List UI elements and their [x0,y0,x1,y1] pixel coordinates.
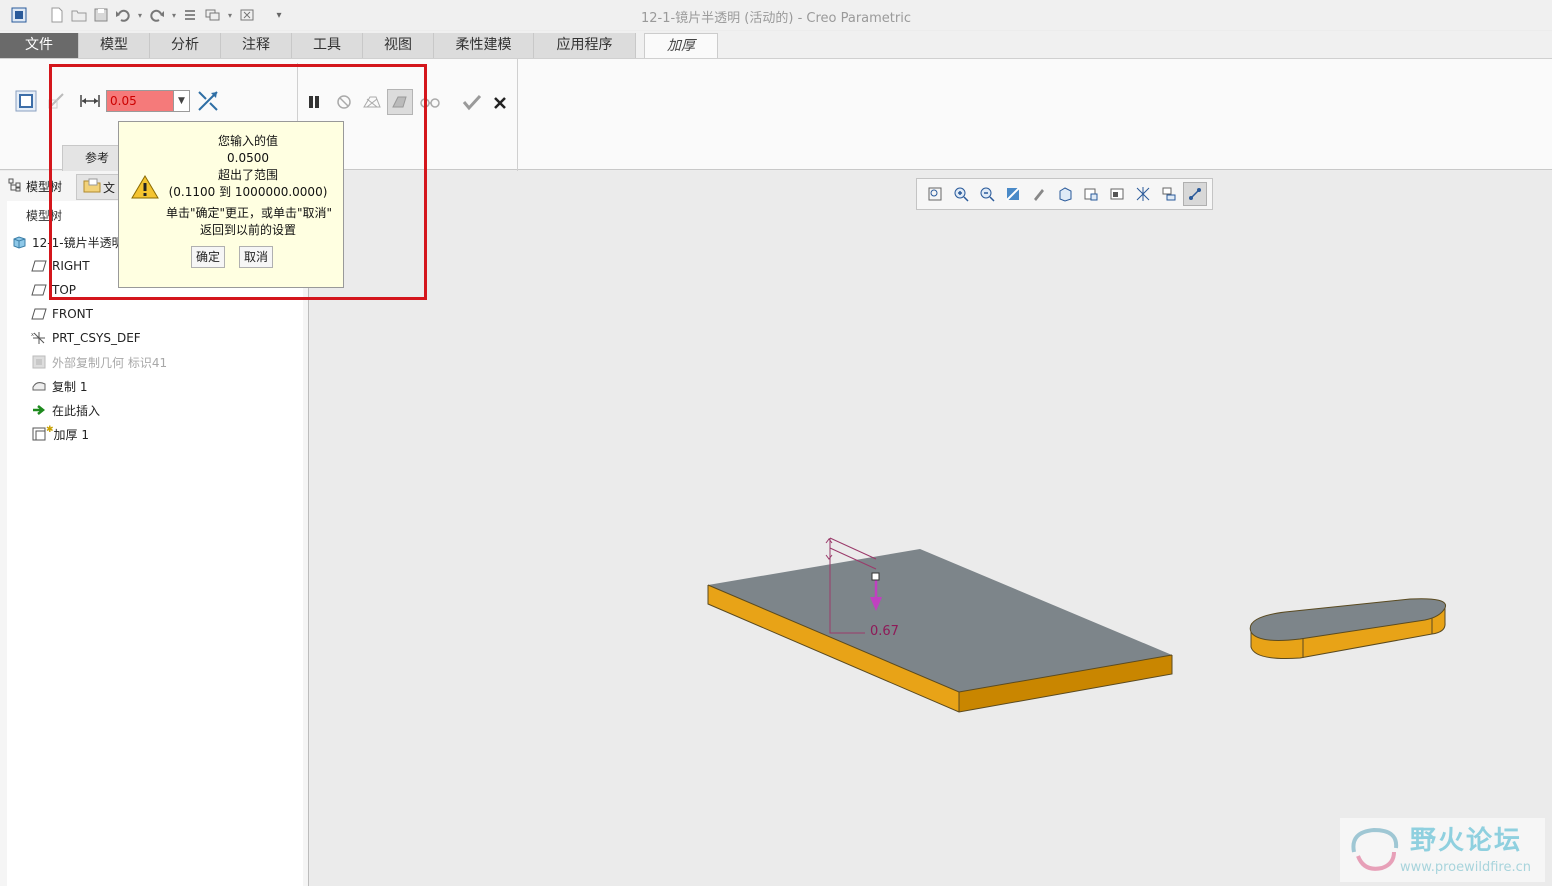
tab-applications[interactable]: 应用程序 [534,33,636,58]
tree-item-thicken-1[interactable]: ✱ 加厚 1 [30,424,89,444]
copy-surface-icon [30,378,48,394]
pause-icon[interactable] [302,90,326,114]
tab-folder-browser[interactable]: 文 [76,174,120,200]
tree-item-top-plane[interactable]: TOP [30,280,76,300]
zoom-in-icon[interactable] [949,182,973,206]
watermark-url: www.proewildfire.cn [1400,860,1531,875]
display-style-icon[interactable] [1027,182,1051,206]
forum-logo-icon [1344,822,1404,881]
tooltip-line-5: 单击"确定"更正，或单击"取消" [165,206,333,220]
tree-item-csys[interactable]: x PRT_CSYS_DEF [30,328,141,348]
tab-model[interactable]: 模型 [79,33,150,58]
ribbon-tabs: 文件 模型 分析 注释 工具 视图 柔性建模 应用程序 加厚 [0,31,1552,58]
tree-item-label: 12-1-镜片半透明 [32,235,124,250]
tooltip-line-2: 0.0500 [227,151,269,165]
repaint-icon[interactable] [1001,182,1025,206]
dimension-value-label[interactable]: 0.67 [870,624,899,639]
feature-preview-icon[interactable] [387,89,413,115]
tree-item-front-plane[interactable]: FRONT [30,304,93,324]
svg-text:x: x [31,332,34,338]
apply-checkmark-icon[interactable] [460,90,484,114]
model-view [707,537,1447,713]
coordinate-system-icon: x [30,330,48,346]
annotation-display-icon[interactable] [1157,182,1181,206]
tree-item-label: 在此插入 [52,403,101,418]
window-title: 12-1-镜片半透明 (活动的) - Creo Parametric [640,11,912,26]
tab-analysis[interactable]: 分析 [150,33,221,58]
copy-geometry-icon [30,354,48,370]
perspective-view-icon[interactable] [1131,182,1155,206]
tab-model-tree-label: 模型树 [26,180,63,194]
tree-item-right-plane[interactable]: RIGHT [30,256,90,276]
tooltip-line-1: 您输入的值 [217,134,278,148]
ok-button[interactable]: 确定 [191,246,226,268]
remove-material-icon[interactable] [44,89,68,113]
tooltip-line-6: 返回到以前的设置 [199,223,296,237]
tree-item-insert-here[interactable]: 在此插入 [30,400,100,420]
cancel-x-icon[interactable] [488,91,512,115]
tree-item-external-copy-geometry[interactable]: 外部复制几何 标识41 [30,352,167,372]
slot-bar-part[interactable] [1249,598,1447,660]
graphics-view-toolbar [916,178,1213,210]
datum-plane-icon [30,306,48,322]
watermark: 野火论坛 www.proewildfire.cn [1340,818,1545,882]
tab-annotate[interactable]: 注释 [221,33,292,58]
tree-item-label: RIGHT [52,259,90,273]
datum-display-filter-icon[interactable] [1183,182,1207,206]
solid-thicken-icon[interactable] [14,89,38,113]
tree-item-label: FRONT [52,307,93,321]
tab-file[interactable]: 文件 [0,33,79,58]
tree-item-label: 外部复制几何 标识41 [52,355,168,370]
thickened-plate[interactable] [707,549,1173,713]
ribbon-separator [517,59,518,171]
geometry-preview-icon[interactable] [360,90,384,114]
tab-model-tree[interactable]: 模型树 [8,174,62,200]
thickness-input[interactable]: 0.05 [106,90,174,112]
thickness-dropdown-icon[interactable]: ▼ [174,90,190,112]
thickness-dimension-icon [78,89,102,113]
tree-item-label: 复制 1 [52,379,88,394]
tab-folder-browser-label: 文 [103,181,116,195]
tree-item-label: TOP [52,283,77,297]
tab-tools[interactable]: 工具 [292,33,363,58]
zoom-out-icon[interactable] [975,182,999,206]
part-icon [10,234,28,250]
datum-plane-icon [30,258,48,274]
tree-item-copy-1[interactable]: 复制 1 [30,376,87,396]
tree-item-label: 加厚 1 [53,427,89,442]
tree-item-root-part[interactable]: 12-1-镜片半透明 [10,232,124,252]
datum-plane-icon [30,282,48,298]
tab-view[interactable]: 视图 [363,33,434,58]
view-manager-icon[interactable] [1105,182,1129,206]
cancel-button[interactable]: 取消 [239,246,274,268]
active-feature-marker-icon: ✱ [46,425,54,435]
no-preview-icon[interactable] [332,90,356,114]
tree-header: 模型树 [26,209,63,223]
tooltip-line-4: (0.1100 到 1000000.0000) [168,185,328,199]
verify-glasses-icon[interactable] [418,90,442,114]
folder-browser-icon [83,176,101,202]
insert-arrow-icon [30,402,48,418]
model-tree-icon [8,175,22,201]
saved-orientations-icon[interactable] [1053,182,1077,206]
out-of-range-tooltip: 您输入的值 0.0500 超出了范围 (0.1100 到 1000000.000… [118,121,344,288]
tab-thicken[interactable]: 加厚 [644,33,718,58]
tab-flexible-modeling[interactable]: 柔性建模 [434,33,534,58]
tree-item-label: PRT_CSYS_DEF [52,331,141,345]
watermark-text: 野火论坛 [1410,826,1523,856]
title-bar: ▾ ▾ ▾ ▾ 12-1-镜片半透明 (活动的) - Creo Parametr… [0,0,1552,30]
saved-views-icon[interactable] [1079,182,1103,206]
refit-icon[interactable] [923,182,947,206]
flip-direction-icon[interactable] [196,89,220,113]
tooltip-line-3: 超出了范围 [217,168,278,182]
